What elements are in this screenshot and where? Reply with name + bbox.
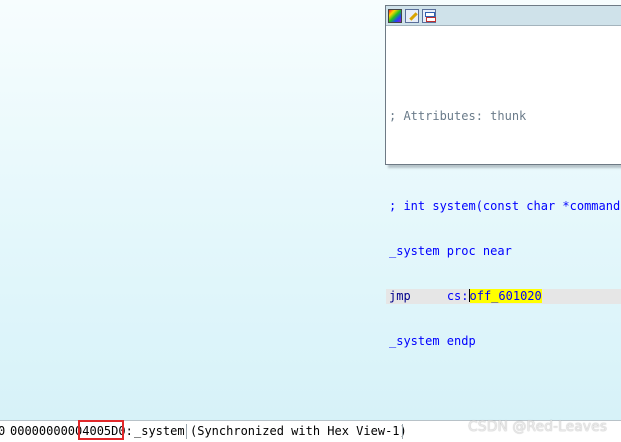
status-address-left: 0000000000 (10, 424, 83, 438)
graph-overview-icon[interactable] (422, 8, 436, 23)
status-separator (186, 424, 187, 439)
proc-end-line[interactable]: _system endp (389, 334, 621, 349)
attributes-comment: ; Attributes: thunk (389, 109, 527, 123)
status-address-highlighted: 4005D0 (82, 424, 126, 438)
status-separator (402, 424, 403, 439)
status-address[interactable]: 00000000004005D0: (10, 424, 133, 439)
status-sync-text: (Synchronized with Hex View-1) (190, 424, 407, 438)
instruction-mnemonic: jmp (389, 289, 411, 303)
disassembly-listing[interactable]: ; Attributes: thunk ; int system(const c… (386, 26, 621, 379)
color-palette-icon[interactable] (388, 8, 402, 23)
status-function-name: _system (134, 424, 185, 438)
status-address-suffix: : (125, 424, 133, 438)
node-titlebar (386, 6, 621, 26)
status-prefix-fragment: 0 (0, 424, 5, 439)
prototype-comment: ; int system(const char *command) (389, 199, 621, 213)
function-node[interactable]: ; Attributes: thunk ; int system(const c… (385, 5, 621, 348)
graph-view-canvas[interactable]: ; Attributes: thunk ; int system(const c… (0, 0, 621, 420)
highlighted-symbol[interactable]: off_601020 (469, 289, 542, 303)
rename-icon[interactable] (405, 8, 419, 23)
instruction-segment: cs: (446, 289, 469, 303)
jmp-instruction-line[interactable]: jmp cs:off_601020 (386, 289, 621, 304)
proc-start-line[interactable]: _system proc near (389, 244, 621, 259)
watermark: CSDN @Red-Leaves (468, 419, 607, 435)
